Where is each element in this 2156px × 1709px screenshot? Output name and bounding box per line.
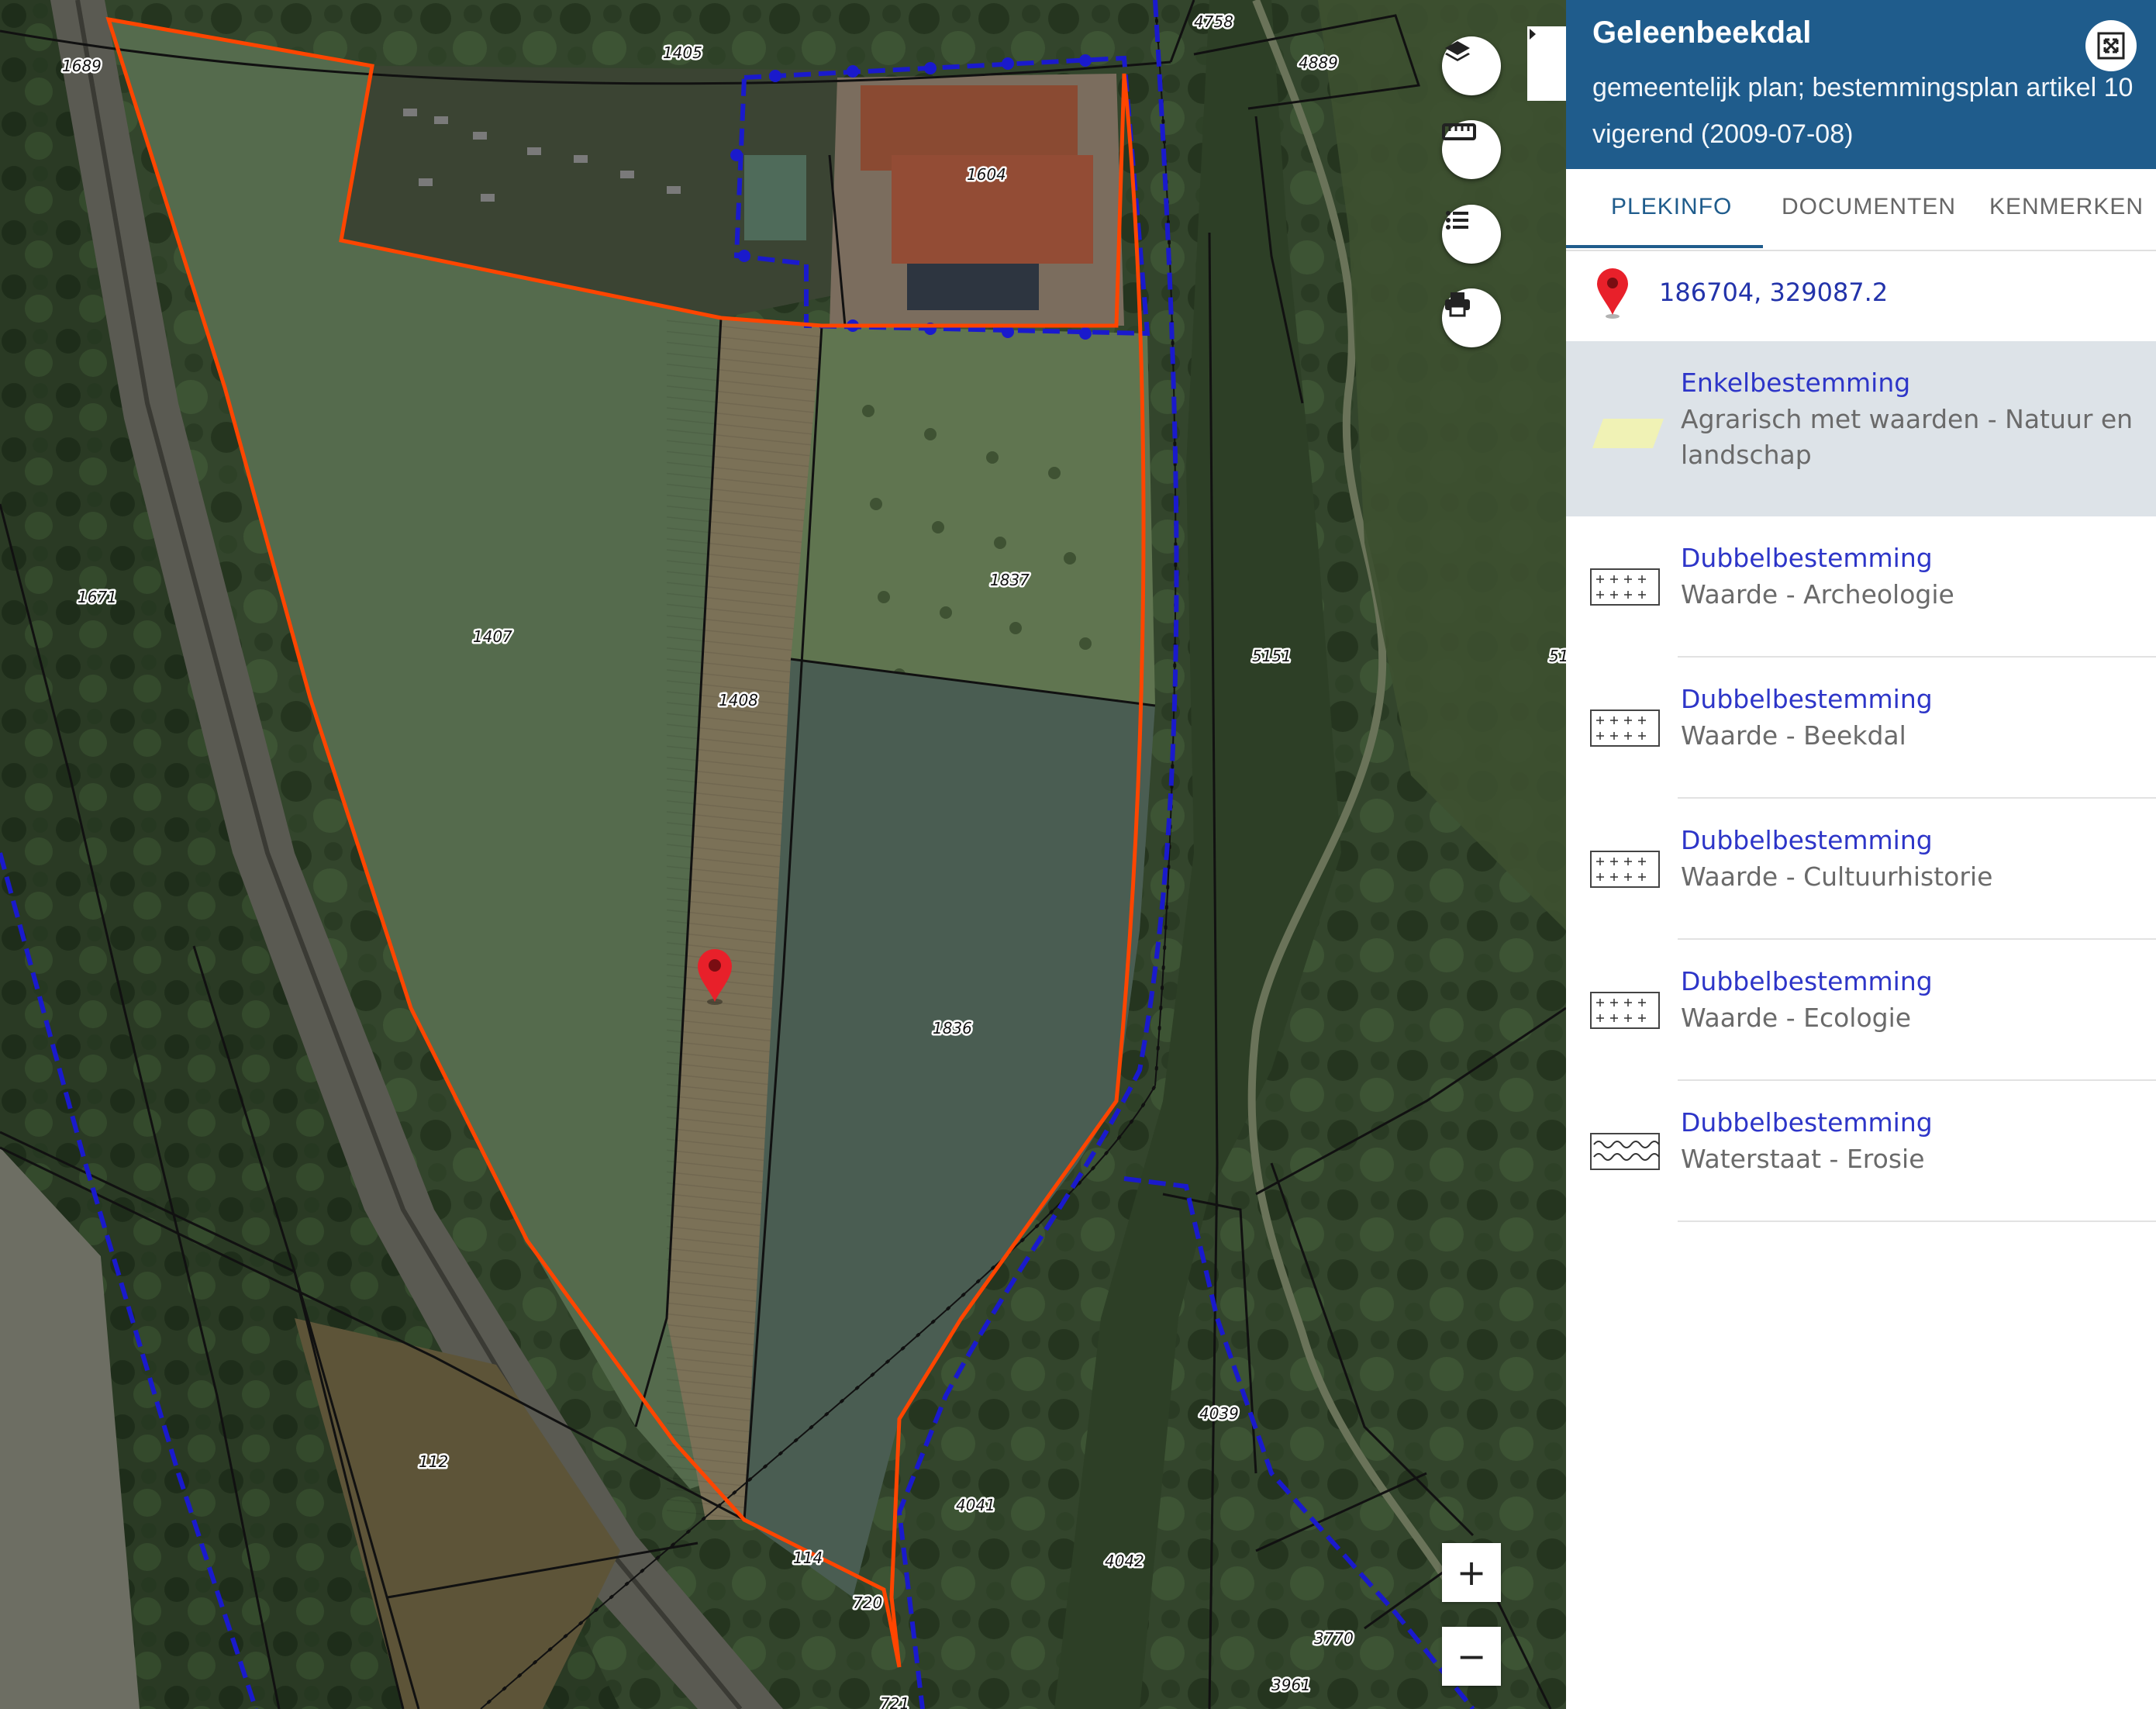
item-type[interactable]: Enkelbestemming [1681, 368, 1910, 398]
plan-title: Geleenbeekdal [1592, 16, 1812, 50]
parcel-label: 5151 [1252, 647, 1292, 665]
map-view[interactable]: 1405 4758 4889 1689 1604 1837 1671 1407 … [0, 0, 1566, 1709]
parcel-label: 720 [853, 1593, 882, 1612]
print-button[interactable] [1442, 288, 1501, 347]
item-name: Waarde - Cultuurhistorie [1681, 861, 1993, 892]
measure-button[interactable] [1442, 120, 1501, 179]
tab-kenmerken[interactable]: KENMERKEN [1989, 194, 2144, 220]
panel-tabs: PLEKINFO DOCUMENTEN KENMERKEN [1566, 169, 2156, 251]
fullscreen-button[interactable] [2085, 20, 2137, 71]
parcel-label: 1836 [933, 1019, 972, 1037]
plan-type: gemeentelijk plan; bestemmingsplan artik… [1592, 73, 2134, 102]
coordinates-link[interactable]: 186704, 329087.2 [1659, 278, 1888, 307]
item-type[interactable]: Dubbelbestemming [1681, 825, 1933, 855]
parcel-label: 1407 [473, 627, 512, 646]
parcel-label: 4889 [1299, 54, 1338, 72]
parcel-label: 1405 [663, 43, 702, 62]
list-item[interactable]: Dubbelbestemming Waarde - Archeologie [1566, 516, 2156, 658]
list-item[interactable]: Dubbelbestemming Waarde - Ecologie [1566, 940, 2156, 1081]
tab-documenten[interactable]: DOCUMENTEN [1782, 194, 1956, 220]
parcel-label: 4041 [956, 1496, 995, 1514]
item-type[interactable]: Dubbelbestemming [1681, 684, 1933, 714]
item-name: Waarde - Beekdal [1681, 720, 1906, 751]
zoom-out-button[interactable]: − [1442, 1627, 1501, 1686]
layers-button[interactable] [1442, 36, 1501, 95]
yellow-fill-swatch-icon [1592, 419, 1664, 448]
divider [1678, 1220, 2156, 1222]
map-pin-icon [1597, 268, 1628, 319]
list-item[interactable]: Enkelbestemming Agrarisch met waarden - … [1566, 341, 2156, 516]
fullscreen-icon [2097, 32, 2125, 60]
ruler-icon [1442, 123, 1476, 140]
crosses-pattern-icon [1590, 568, 1660, 606]
crosses-pattern-icon [1590, 992, 1660, 1029]
parcel-label: 721 [880, 1694, 909, 1709]
item-type[interactable]: Dubbelbestemming [1681, 543, 1933, 573]
wave-pattern-icon [1590, 1133, 1660, 1170]
layers-icon [1445, 41, 1470, 61]
plan-status: vigerend (2009-07-08) [1592, 119, 1854, 149]
parcel-label: 1408 [719, 691, 758, 709]
parcel-label: 1671 [78, 588, 117, 606]
item-name: Agrarisch met waarden - Natuur en landsc… [1681, 404, 2134, 470]
list-icon [1446, 211, 1468, 230]
parcel-label: 112 [419, 1452, 448, 1471]
solar-panels [907, 264, 1039, 310]
item-name: Waarde - Ecologie [1681, 1003, 1912, 1033]
parcel-label: 114 [793, 1548, 823, 1567]
item-type[interactable]: Dubbelbestemming [1681, 1107, 1933, 1138]
zoom-in-button[interactable]: + [1442, 1543, 1501, 1602]
collapse-panel-button[interactable] [1527, 26, 1566, 101]
item-type[interactable]: Dubbelbestemming [1681, 966, 1933, 996]
list-item[interactable]: Dubbelbestemming Waarde - Cultuurhistori… [1566, 799, 2156, 940]
parcel-label: 51 [1549, 647, 1566, 665]
info-panel: Geleenbeekdal gemeentelijk plan; bestemm… [1566, 0, 2156, 1709]
item-name: Waarde - Archeologie [1681, 579, 1954, 609]
parcel-label: 1689 [62, 57, 102, 75]
printer-icon [1445, 292, 1470, 317]
panel-header: Geleenbeekdal gemeentelijk plan; bestemm… [1566, 0, 2156, 169]
parcel-label: 4758 [1194, 12, 1233, 31]
list-item[interactable]: Dubbelbestemming Waarde - Beekdal [1566, 658, 2156, 799]
crosses-pattern-icon [1590, 709, 1660, 747]
chevron-right-icon [1530, 29, 1536, 40]
legend-button[interactable] [1442, 205, 1501, 264]
field-1837 [791, 326, 1155, 706]
parcel-label: 1837 [990, 571, 1030, 589]
tennis-court [744, 155, 806, 240]
parcel-label: 4039 [1199, 1404, 1239, 1423]
parcel-label: 3770 [1314, 1629, 1354, 1648]
list-item[interactable]: Dubbelbestemming Waterstaat - Erosie [1566, 1081, 2156, 1222]
location-row: 186704, 329087.2 [1566, 250, 2156, 341]
tab-plekinfo[interactable]: PLEKINFO [1611, 194, 1732, 220]
active-tab-indicator [1566, 245, 1763, 248]
aerial-map: 1405 4758 4889 1689 1604 1837 1671 1407 … [0, 0, 1566, 1709]
parcel-label: 4042 [1105, 1552, 1144, 1570]
parcel-label: 3961 [1271, 1676, 1311, 1694]
crosses-pattern-icon [1590, 851, 1660, 888]
parcel-label: 1604 [967, 165, 1006, 184]
item-name: Waterstaat - Erosie [1681, 1144, 1925, 1174]
